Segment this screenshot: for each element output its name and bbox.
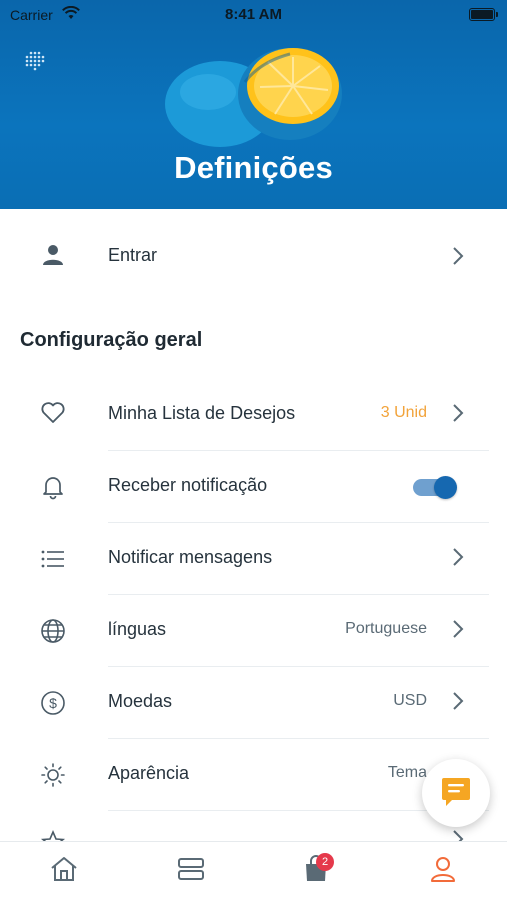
notifications-toggle[interactable] xyxy=(413,476,457,499)
clock: 8:41 AM xyxy=(225,6,282,23)
chevron-right-icon xyxy=(453,692,464,710)
list-item-notifications: Receber notificação xyxy=(0,451,507,523)
list-item-currency[interactable]: $ Moedas USD xyxy=(0,667,507,739)
sun-icon xyxy=(40,762,66,788)
heart-icon xyxy=(40,400,66,426)
bell-icon xyxy=(40,474,66,500)
battery-icon xyxy=(469,8,498,21)
wishlist-label: Minha Lista de Desejos xyxy=(108,403,296,423)
language-value: Portuguese xyxy=(345,620,427,637)
toggle-knob xyxy=(434,476,457,499)
notifications-label: Receber notificação xyxy=(108,475,268,495)
header-banner: Carrier 8:41 AM Definições xyxy=(0,0,507,209)
dollar-icon: $ xyxy=(40,690,66,716)
page-title: Definições xyxy=(174,150,333,185)
section-title: Configuração geral xyxy=(20,329,203,351)
list-icon xyxy=(40,546,66,572)
login-label: Entrar xyxy=(108,245,158,265)
status-bar: Carrier 8:41 AM xyxy=(0,0,507,30)
user-icon xyxy=(40,242,66,268)
list-item-languages[interactable]: línguas Portuguese xyxy=(0,595,507,667)
appearance-value: Tema xyxy=(387,764,427,781)
languages-label: línguas xyxy=(108,619,167,639)
list-item-wishlist[interactable]: Minha Lista de Desejos 3 Unid xyxy=(0,379,507,451)
messages-label: Notificar mensagens xyxy=(108,547,273,567)
profile-icon[interactable] xyxy=(428,854,458,884)
currency-value: USD xyxy=(393,692,427,709)
dot-grid-icon[interactable] xyxy=(24,50,46,72)
tab-bar xyxy=(0,841,507,900)
list-item-messages[interactable]: Notificar mensagens xyxy=(0,523,507,595)
orange-fruit-image xyxy=(165,48,342,147)
chevron-right-icon xyxy=(453,247,464,265)
chevron-right-icon xyxy=(453,830,464,841)
settings-content: Entrar Configuração geral Minha Lista de… xyxy=(0,209,507,841)
currency-label: Moedas xyxy=(108,691,173,711)
appearance-label: Aparência xyxy=(108,763,190,783)
cart-badge: 2 xyxy=(316,853,334,871)
chevron-right-icon xyxy=(453,404,464,422)
chevron-right-icon xyxy=(453,548,464,566)
home-icon[interactable] xyxy=(49,854,79,884)
chat-icon xyxy=(442,778,470,806)
chat-button[interactable] xyxy=(422,759,490,827)
login-row[interactable]: Entrar xyxy=(0,209,507,301)
globe-icon xyxy=(40,618,66,644)
wishlist-count: 3 Unid xyxy=(380,404,427,421)
star-icon xyxy=(40,829,66,841)
categories-icon[interactable] xyxy=(176,854,206,884)
svg-text:$: $ xyxy=(49,695,57,711)
chevron-right-icon xyxy=(453,620,464,638)
